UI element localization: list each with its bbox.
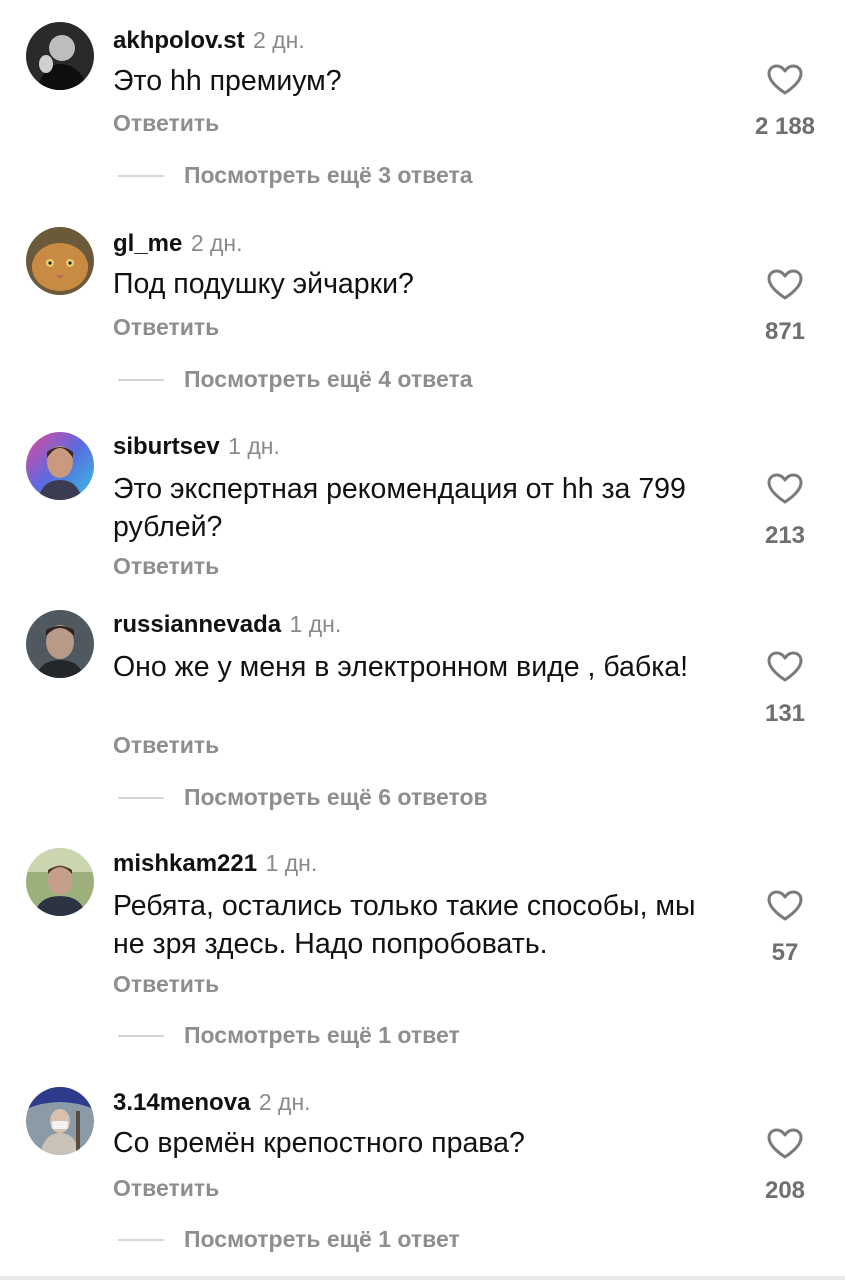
reply-button[interactable]: Ответить xyxy=(113,312,219,342)
timestamp: 2 дн. xyxy=(253,27,305,53)
view-more-replies[interactable]: Посмотреть ещё 4 ответа xyxy=(0,364,845,394)
comment-header: siburtsev 1 дн. xyxy=(113,430,280,466)
avatar[interactable] xyxy=(26,848,94,916)
reply-button[interactable]: Ответить xyxy=(113,108,219,138)
avatar[interactable] xyxy=(26,22,94,90)
divider-line xyxy=(118,797,164,799)
like-count: 208 xyxy=(764,1177,806,1204)
comment-text: Со времён крепостного права? xyxy=(113,1127,525,1159)
timestamp: 2 дн. xyxy=(258,1089,311,1115)
comment-header: russiannevada 1 дн. xyxy=(113,608,341,644)
comment-text: Под подушку эйчарки? xyxy=(113,268,414,300)
view-more-replies[interactable]: Посмотреть ещё 6 ответов xyxy=(0,782,845,812)
avatar[interactable] xyxy=(26,610,94,678)
like-count: 57 xyxy=(771,939,799,966)
timestamp: 1 дн. xyxy=(289,611,342,637)
divider-line xyxy=(118,1239,164,1241)
view-more-replies-label[interactable]: Посмотреть ещё 3 ответа xyxy=(184,160,473,190)
username[interactable]: gl_me xyxy=(113,230,182,257)
view-more-replies-label[interactable]: Посмотреть ещё 1 ответ xyxy=(184,1224,460,1254)
timestamp: 1 дн. xyxy=(228,433,280,459)
heart-icon[interactable] xyxy=(767,651,803,683)
view-more-replies[interactable]: Посмотреть ещё 1 ответ xyxy=(0,1020,845,1050)
view-more-replies-label[interactable]: Посмотреть ещё 6 ответов xyxy=(184,782,488,812)
heart-icon[interactable] xyxy=(767,890,803,922)
reply-button[interactable]: Ответить xyxy=(113,551,219,581)
reply-button[interactable]: Ответить xyxy=(113,969,219,999)
divider-line xyxy=(118,1035,164,1037)
like-count: 131 xyxy=(764,700,806,727)
divider-line xyxy=(118,379,164,381)
timestamp: 2 дн. xyxy=(190,230,243,256)
username[interactable]: akhpolov.st xyxy=(113,27,245,54)
view-more-replies-label[interactable]: Посмотреть ещё 1 ответ xyxy=(184,1020,460,1050)
avatar[interactable] xyxy=(26,227,94,295)
comment-header: 3.14menova 2 дн. xyxy=(113,1086,311,1122)
username[interactable]: russiannevada xyxy=(113,611,281,638)
comment-text: Это экспертная рекомендация от hh за 799… xyxy=(113,473,686,543)
like-count: 871 xyxy=(764,318,806,345)
view-more-replies[interactable]: Посмотреть ещё 1 ответ xyxy=(0,1224,845,1254)
reply-button[interactable]: Ответить xyxy=(113,730,219,760)
view-more-replies-label[interactable]: Посмотреть ещё 4 ответа xyxy=(184,364,473,394)
username[interactable]: 3.14menova xyxy=(113,1089,250,1116)
comment-header: mishkam221 1 дн. xyxy=(113,847,317,883)
timestamp: 1 дн. xyxy=(265,850,318,876)
username[interactable]: siburtsev xyxy=(113,433,220,460)
like-count: 2 188 xyxy=(754,113,816,140)
comment-text: Это hh премиум? xyxy=(113,65,342,97)
heart-icon[interactable] xyxy=(767,473,803,505)
like-count: 213 xyxy=(764,522,806,549)
comment-header: gl_me 2 дн. xyxy=(113,227,243,263)
divider-line xyxy=(118,175,164,177)
bottom-divider xyxy=(0,1276,845,1280)
view-more-replies[interactable]: Посмотреть ещё 3 ответа xyxy=(0,160,845,190)
comment-text: Ребята, остались только такие способы, м… xyxy=(113,890,696,960)
comment-header: akhpolov.st 2 дн. xyxy=(113,24,305,60)
avatar[interactable] xyxy=(26,1087,94,1155)
avatar[interactable] xyxy=(26,432,94,500)
heart-icon[interactable] xyxy=(767,269,803,301)
heart-icon[interactable] xyxy=(767,1128,803,1160)
username[interactable]: mishkam221 xyxy=(113,850,257,877)
comment-text: Оно же у меня в электронном виде , бабка… xyxy=(113,651,689,683)
heart-icon[interactable] xyxy=(767,64,803,96)
reply-button[interactable]: Ответить xyxy=(113,1173,219,1203)
